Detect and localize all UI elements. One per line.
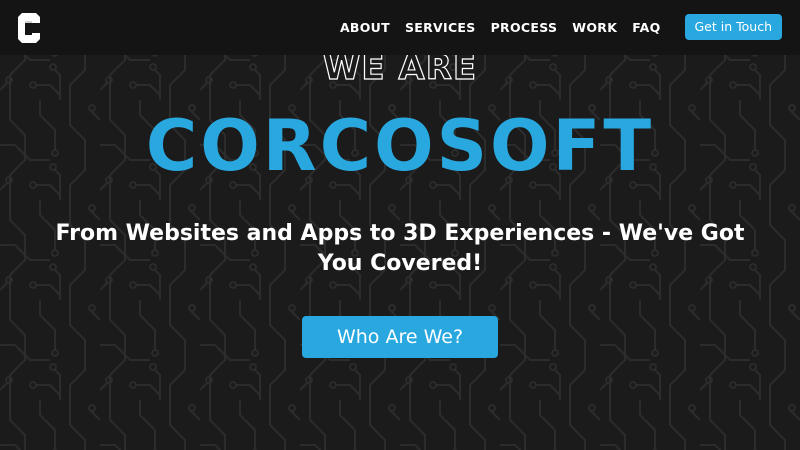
nav-links: ABOUT SERVICES PROCESS WORK FAQ Get in T… [325,14,782,40]
top-navbar: ABOUT SERVICES PROCESS WORK FAQ Get in T… [0,0,800,55]
who-are-we-button[interactable]: Who Are We? [302,316,498,358]
nav-link-process[interactable]: PROCESS [491,20,558,35]
nav-link-work[interactable]: WORK [572,20,617,35]
nav-link-about[interactable]: ABOUT [340,20,390,35]
hero-section: WE ARE CORCOSOFT From Websites and Apps … [0,0,800,450]
hero-title: CORCOSOFT [145,105,655,187]
get-in-touch-button[interactable]: Get in Touch [684,14,782,40]
nav-link-services[interactable]: SERVICES [405,20,476,35]
hero-tagline: From Websites and Apps to 3D Experiences… [55,221,745,276]
c-letter-logo-icon[interactable] [16,13,40,43]
nav-link-faq[interactable]: FAQ [632,20,660,35]
